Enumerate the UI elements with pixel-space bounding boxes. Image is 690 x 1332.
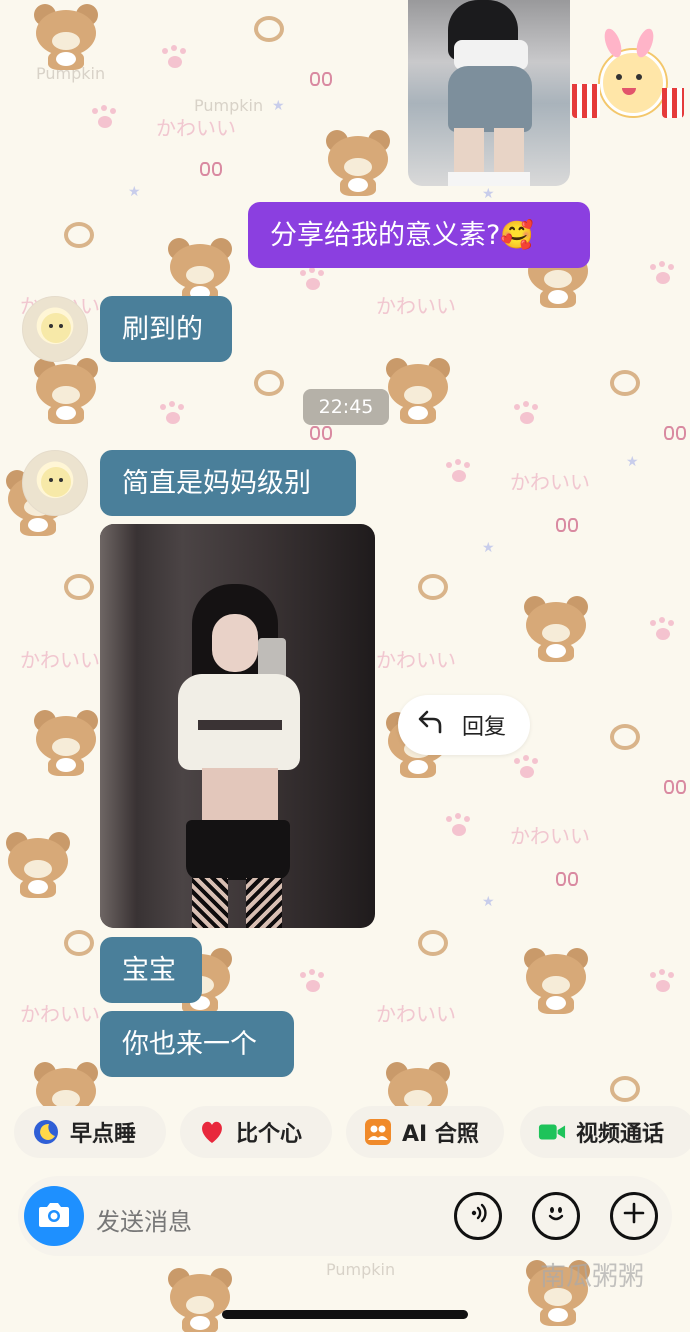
bear-decoration [518,946,594,1016]
incoming-message[interactable]: 简直是妈妈级别 [100,450,356,516]
quick-action-heart[interactable]: 比个心 [180,1106,332,1158]
quick-action-label: AI 合照 [402,1122,479,1147]
watermark: 南瓜粥粥 [540,1262,645,1292]
smiley-icon [543,1200,569,1233]
reply-arrow-icon [416,706,446,744]
paw-decoration [162,45,188,70]
moon-icon [32,1118,60,1146]
pretzel-decoration [254,370,284,396]
bear-decoration [28,708,104,778]
star-decoration: ★ [482,894,495,910]
reply-button[interactable]: 回复 [398,695,530,755]
contact-avatar[interactable] [22,450,88,516]
emoji-button[interactable] [532,1192,580,1240]
camera-icon [37,1199,71,1233]
plus-icon [622,1201,646,1232]
paw-decoration [514,755,540,780]
star-decoration: ★ [482,186,495,202]
bear-decoration [0,830,76,900]
received-photo[interactable] [100,524,375,928]
quick-action-label: 视频通话 [576,1122,665,1147]
heart-icon [198,1118,226,1146]
star-decoration: ★ [128,184,141,200]
bow-decoration [556,518,578,532]
pretzel-decoration [610,370,640,396]
paw-decoration [514,401,540,426]
pretzel-decoration [64,930,94,956]
wallpaper-text: かわいい [20,648,100,672]
paw-decoration [160,401,186,426]
video-camera-icon [538,1118,566,1146]
more-button[interactable] [610,1192,658,1240]
bear-decoration [28,2,104,72]
message-timestamp: 22:45 [303,389,389,425]
wallpaper-text: かわいい [156,116,236,140]
incoming-message[interactable]: 你也来一个 [100,1011,294,1077]
paw-decoration [446,813,472,838]
bow-decoration [310,72,332,86]
pretzel-decoration [418,930,448,956]
pretzel-decoration [418,574,448,600]
quick-action-label: 早点睡 [70,1122,137,1147]
voice-icon [465,1200,491,1233]
wallpaper-brand: Pumpkin [194,96,264,115]
bear-decoration [162,1266,238,1332]
contact-avatar[interactable] [22,296,88,362]
wallpaper-text: かわいい [376,294,456,318]
star-decoration: ★ [482,540,495,556]
bow-decoration [200,162,222,176]
voice-button[interactable] [454,1192,502,1240]
paw-decoration [446,459,472,484]
bear-decoration [320,128,396,198]
bear-decoration [28,356,104,426]
paw-decoration [650,969,676,994]
star-decoration: ★ [272,98,285,114]
pretzel-decoration [64,574,94,600]
paw-decoration [650,617,676,642]
wallpaper-text: かわいい [20,1002,100,1026]
reply-label: 回复 [462,715,507,740]
wallpaper-text: かわいい [376,1002,456,1026]
quick-action-video-call[interactable]: 视频通话 [520,1106,690,1158]
floating-sticker[interactable] [572,22,684,126]
paw-decoration [92,105,118,130]
paw-decoration [300,969,326,994]
star-decoration: ★ [626,454,639,470]
paw-decoration [300,267,326,292]
bow-decoration [310,426,332,440]
message-input-bar: 发送消息 [18,1176,672,1256]
incoming-message[interactable]: 宝宝 [100,937,202,1003]
wallpaper-text: かわいい [510,470,590,494]
paw-decoration [650,261,676,286]
bear-decoration [518,594,594,664]
bow-decoration [664,426,686,440]
wallpaper-brand: Pumpkin [36,64,106,83]
quick-action-ai-photo[interactable]: AI 合照 [346,1106,504,1158]
quick-action-sleep[interactable]: 早点睡 [14,1106,166,1158]
wallpaper-brand: Pumpkin [326,1260,396,1279]
message-input[interactable]: 发送消息 [96,1202,192,1237]
incoming-message[interactable]: 刷到的 [100,296,232,362]
pretzel-decoration [254,16,284,42]
pretzel-decoration [610,724,640,750]
bow-decoration [664,780,686,794]
bow-decoration [556,872,578,886]
sent-photo[interactable] [408,0,570,186]
wallpaper-text: かわいい [376,648,456,672]
wallpaper-text: かわいい [510,824,590,848]
people-icon [364,1118,392,1146]
pretzel-decoration [610,1076,640,1102]
home-indicator[interactable] [222,1310,468,1319]
quick-action-label: 比个心 [236,1122,303,1147]
bear-decoration [380,356,456,426]
camera-button[interactable] [24,1186,84,1246]
pretzel-decoration [64,222,94,248]
outgoing-message[interactable]: 分享给我的意义素?🥰 [248,202,590,268]
